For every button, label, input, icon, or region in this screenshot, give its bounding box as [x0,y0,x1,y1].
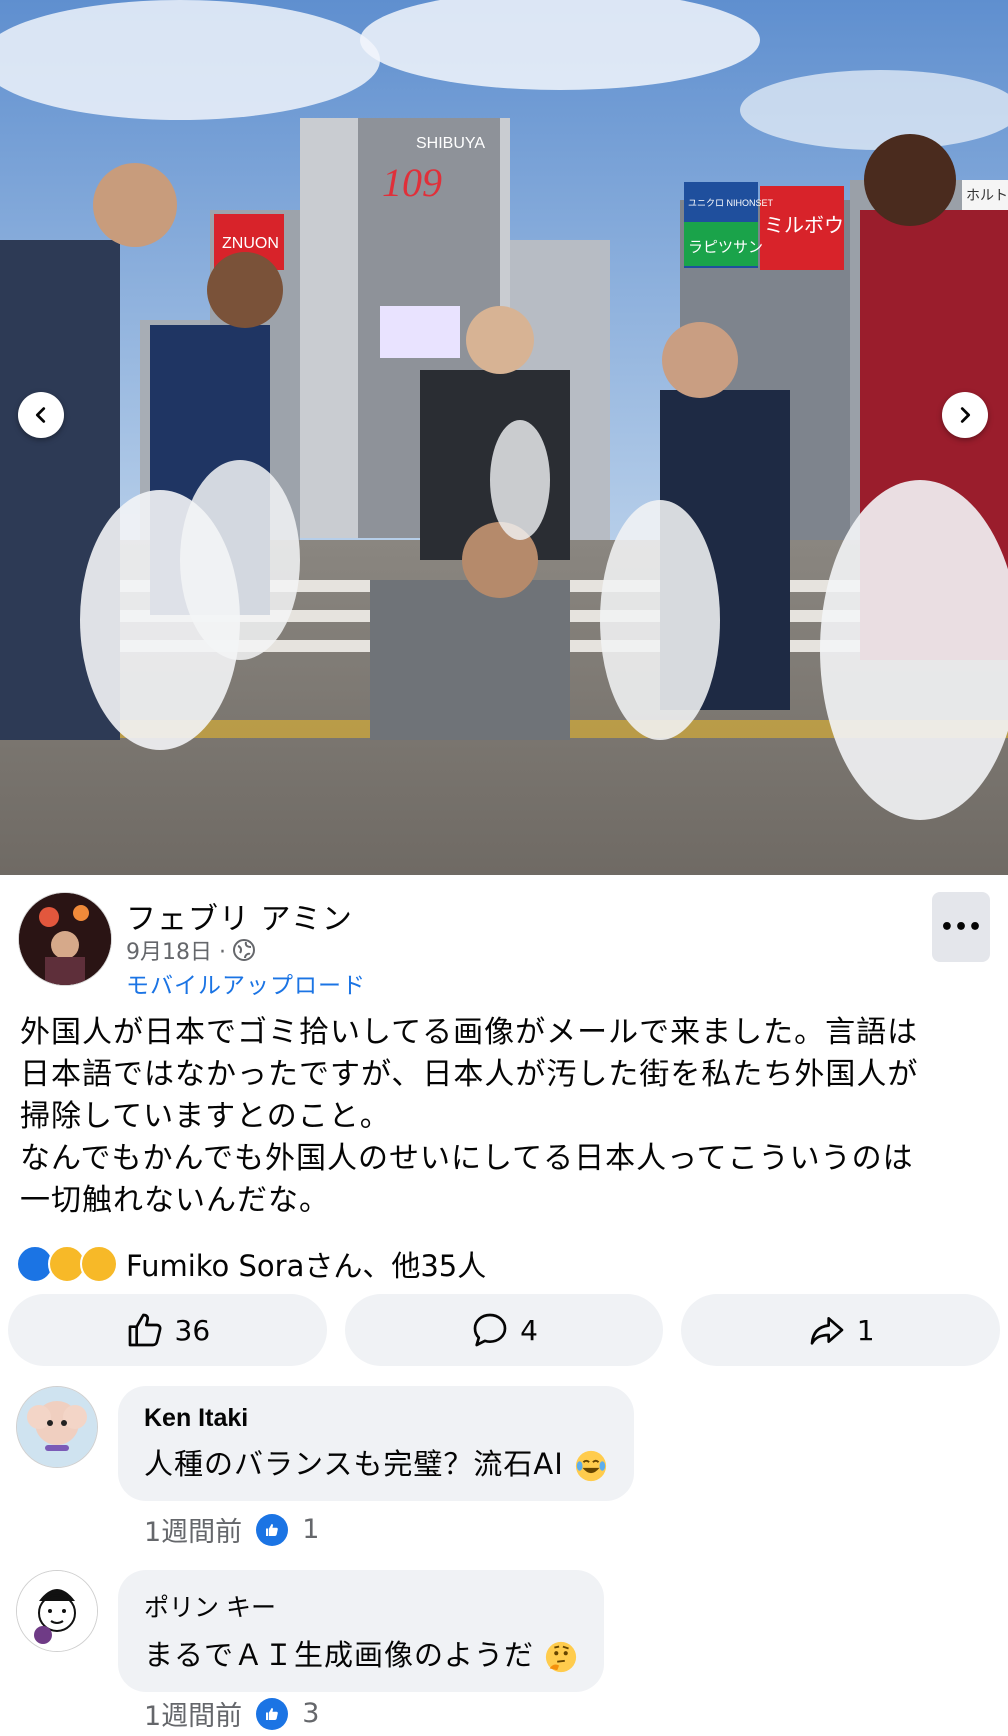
chevron-left-icon [35,407,46,423]
post-photo[interactable]: SHIBUYA 109 ZNUON ミルボウ ラピツサン ユニクロ NIHONS… [0,0,1008,875]
comment-like-icon [256,1697,289,1730]
haha-reaction-icon [80,1245,118,1283]
thinking-face-emoji-icon [546,1641,577,1673]
comment-meta: 1週間前 1 [144,1510,319,1549]
reactions-summary[interactable]: Fumiko Soraさん、他35人 [16,1244,486,1284]
comment-bubble-icon [473,1313,507,1347]
comment-like-count: 3 [302,1698,320,1729]
share-button[interactable]: 1 [681,1294,1001,1366]
globe-icon [232,939,255,961]
upload-source-link[interactable]: モバイルアップロード [126,966,366,1000]
commenter-name[interactable]: ポリン キー [144,1588,578,1624]
laughing-tears-emoji-icon [575,1450,607,1482]
comment-bubble[interactable]: Ken Itaki 人種のバランスも完璧？流石AI [118,1386,635,1501]
comment-count: 4 [520,1313,538,1347]
sign-red-text: ミルボウ [764,213,844,237]
reactions-text: Fumiko Soraさん、他35人 [126,1249,487,1283]
street-cleanup-image: SHIBUYA 109 ZNUON ミルボウ ラピツサン ユニクロ NIHONS… [0,0,1008,875]
sign-blue-text: ユニクロ NIHONSET [688,198,774,208]
cartoon-face-avatar-image [17,1571,97,1651]
thumbs-up-icon [128,1313,161,1347]
author-avatar[interactable] [18,892,112,986]
like-count: 36 [174,1313,211,1347]
post-header: フェブリ アミン 9月18日 · モバイルアップロード ••• [0,890,1008,1000]
commenter-avatar[interactable] [16,1570,98,1652]
comment-like-count: 1 [302,1514,320,1545]
commenter-name[interactable]: Ken Itaki [144,1404,608,1433]
author-avatar-image [19,893,111,985]
post-actions: 36 4 1 [8,1294,1001,1366]
comment-text: まるでＡＩ生成画像のようだ [144,1632,578,1674]
post-meta: 9月18日 · [126,934,256,966]
sign-left-text: ZNUON [222,235,279,252]
reaction-icons [16,1245,118,1283]
more-options-button[interactable]: ••• [932,892,990,962]
like-button[interactable]: 36 [8,1294,327,1366]
sign-shibuya-text: SHIBUYA [416,135,485,152]
carousel-next-button[interactable] [942,392,988,438]
comment-bubble[interactable]: ポリン キー まるでＡＩ生成画像のようだ [118,1570,605,1692]
comment-text: 人種のバランスも完璧？流石AI [144,1441,608,1483]
share-count: 1 [856,1313,875,1347]
comment-button[interactable]: 4 [344,1294,664,1366]
post-text: 外国人が日本でゴミ拾いしてる画像がメールで来ました。言語は 日本語ではなかったで… [20,1015,919,1218]
sign-far-right-text: ホルト [966,188,1008,204]
comment-like-icon [256,1513,289,1546]
chevron-right-icon [960,407,971,423]
author-name[interactable]: フェブリ アミン [126,894,353,938]
post-date[interactable]: 9月18日 · [126,934,226,966]
sign-green-text: ラピツサン [688,238,763,256]
sign-109-text: 109 [382,160,442,205]
comment-time[interactable]: 1週間前 [144,1694,242,1733]
comment-time[interactable]: 1週間前 [144,1510,242,1549]
poodle-avatar-image [17,1387,97,1467]
commenter-avatar[interactable] [16,1386,98,1468]
comment-meta: 1週間前 3 [144,1694,319,1733]
share-arrow-icon [810,1317,844,1345]
comment-text-content: 人種のバランスも完璧？流石AI [144,1447,564,1481]
carousel-prev-button[interactable] [18,392,64,438]
comment-text-content: まるでＡＩ生成画像のようだ [144,1638,535,1672]
